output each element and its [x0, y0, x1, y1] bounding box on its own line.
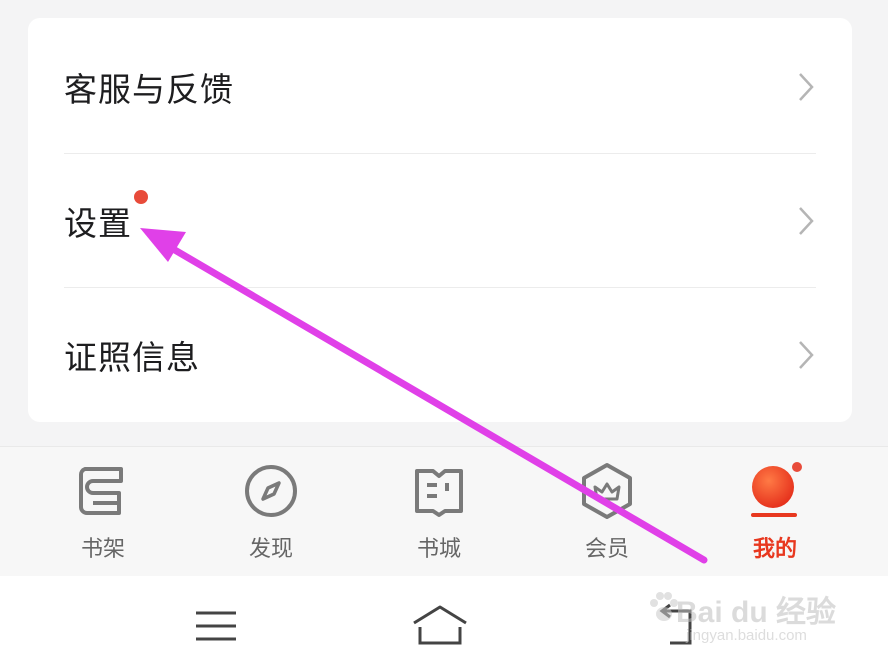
- tab-discover[interactable]: 发现: [216, 461, 326, 571]
- tab-vip[interactable]: 会员: [552, 461, 662, 571]
- tab-label: 书架: [80, 537, 125, 562]
- tab-mine[interactable]: 我的: [720, 461, 830, 571]
- profile-avatar-icon: [751, 461, 804, 517]
- menu-card: 客服与反馈 设置 证照信息: [28, 18, 852, 422]
- menu-item-customer-service[interactable]: 客服与反馈: [64, 20, 816, 154]
- system-navigation-bar: Bai du 经验 jingyan.baidu.com: [0, 576, 888, 671]
- tab-bookstore[interactable]: 书城: [384, 461, 494, 571]
- tab-label: 会员: [584, 537, 629, 562]
- menu-item-label: 设置: [64, 204, 132, 243]
- home-icon[interactable]: [410, 601, 470, 651]
- chevron-right-icon: [799, 341, 814, 369]
- tab-label: 书城: [416, 537, 461, 562]
- vip-crown-icon: [582, 463, 632, 519]
- compass-icon: [245, 465, 297, 517]
- bottom-tab-bar: 书架 发现 书城 会员 我的: [0, 446, 888, 577]
- watermark-url: jingyan.baidu.com: [686, 627, 807, 644]
- watermark-text: Bai du 经验: [676, 596, 837, 629]
- book-store-icon: [415, 469, 463, 517]
- menu-item-label: 客服与反馈: [64, 70, 234, 109]
- tab-label: 发现: [248, 537, 293, 562]
- watermark: Bai du 经验 jingyan.baidu.com: [646, 587, 836, 649]
- tab-bookshelf[interactable]: 书架: [48, 461, 158, 571]
- menu-icon[interactable]: [186, 601, 246, 651]
- bookshelf-icon: [79, 467, 123, 515]
- menu-item-settings[interactable]: 设置: [64, 154, 816, 288]
- menu-item-label: 证照信息: [64, 338, 200, 377]
- tab-label: 我的: [752, 537, 797, 562]
- chevron-right-icon: [799, 207, 814, 235]
- chevron-right-icon: [799, 73, 814, 101]
- menu-item-license-info[interactable]: 证照信息: [64, 288, 816, 422]
- notification-dot: [134, 190, 148, 204]
